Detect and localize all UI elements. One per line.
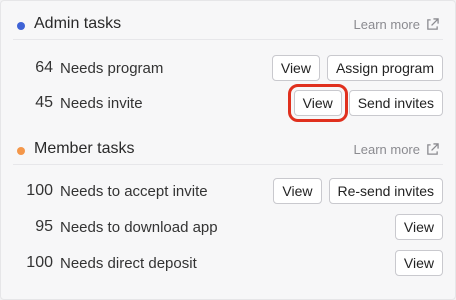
learn-more-label: Learn more	[353, 17, 420, 32]
admin-tasks-header: Admin tasks Learn more	[13, 13, 443, 40]
table-row: 45 Needs invite View Send invites	[13, 84, 443, 122]
member-tasks-header: Member tasks Learn more	[13, 138, 443, 165]
task-label: Needs to accept invite	[60, 182, 208, 200]
view-button[interactable]: View	[394, 250, 443, 276]
external-link-icon	[427, 18, 439, 30]
admin-tasks-title: Admin tasks	[34, 15, 122, 32]
table-row: 100 Needs to accept invite View Re-send …	[13, 177, 443, 205]
view-button[interactable]: View	[273, 178, 322, 204]
table-row: 100 Needs direct deposit View	[13, 249, 443, 277]
admin-learn-more-link[interactable]: Learn more	[354, 17, 439, 32]
task-count: 64	[35, 59, 53, 76]
resend-invites-button[interactable]: Re-send invites	[328, 178, 443, 204]
view-button[interactable]: View	[394, 214, 443, 240]
view-button[interactable]: View	[271, 55, 320, 81]
task-label: Needs program	[60, 59, 164, 77]
table-row: 95 Needs to download app View	[13, 213, 443, 241]
task-count: 95	[35, 218, 53, 235]
external-link-icon	[427, 143, 439, 155]
view-button[interactable]: View	[287, 84, 348, 122]
tasks-card: Admin tasks Learn more 64 Needs program …	[0, 0, 456, 300]
task-label: Needs invite	[60, 94, 143, 112]
member-learn-more-link[interactable]: Learn more	[354, 142, 439, 157]
task-count: 45	[35, 94, 53, 111]
learn-more-label: Learn more	[353, 142, 420, 157]
table-row: 64 Needs program View Assign program	[13, 54, 443, 82]
task-count: 100	[26, 182, 53, 199]
member-tasks-title: Member tasks	[34, 140, 135, 157]
admin-tasks-section: Admin tasks Learn more 64 Needs program …	[13, 13, 443, 122]
member-tasks-section: Member tasks Learn more 100 Needs to acc…	[13, 138, 443, 276]
member-status-dot	[17, 147, 25, 155]
task-label: Needs direct deposit	[60, 254, 197, 272]
task-count: 100	[26, 254, 53, 271]
admin-status-dot	[17, 22, 25, 30]
send-invites-button[interactable]: Send invites	[348, 90, 443, 116]
task-label: Needs to download app	[60, 218, 218, 236]
assign-program-button[interactable]: Assign program	[326, 55, 443, 81]
